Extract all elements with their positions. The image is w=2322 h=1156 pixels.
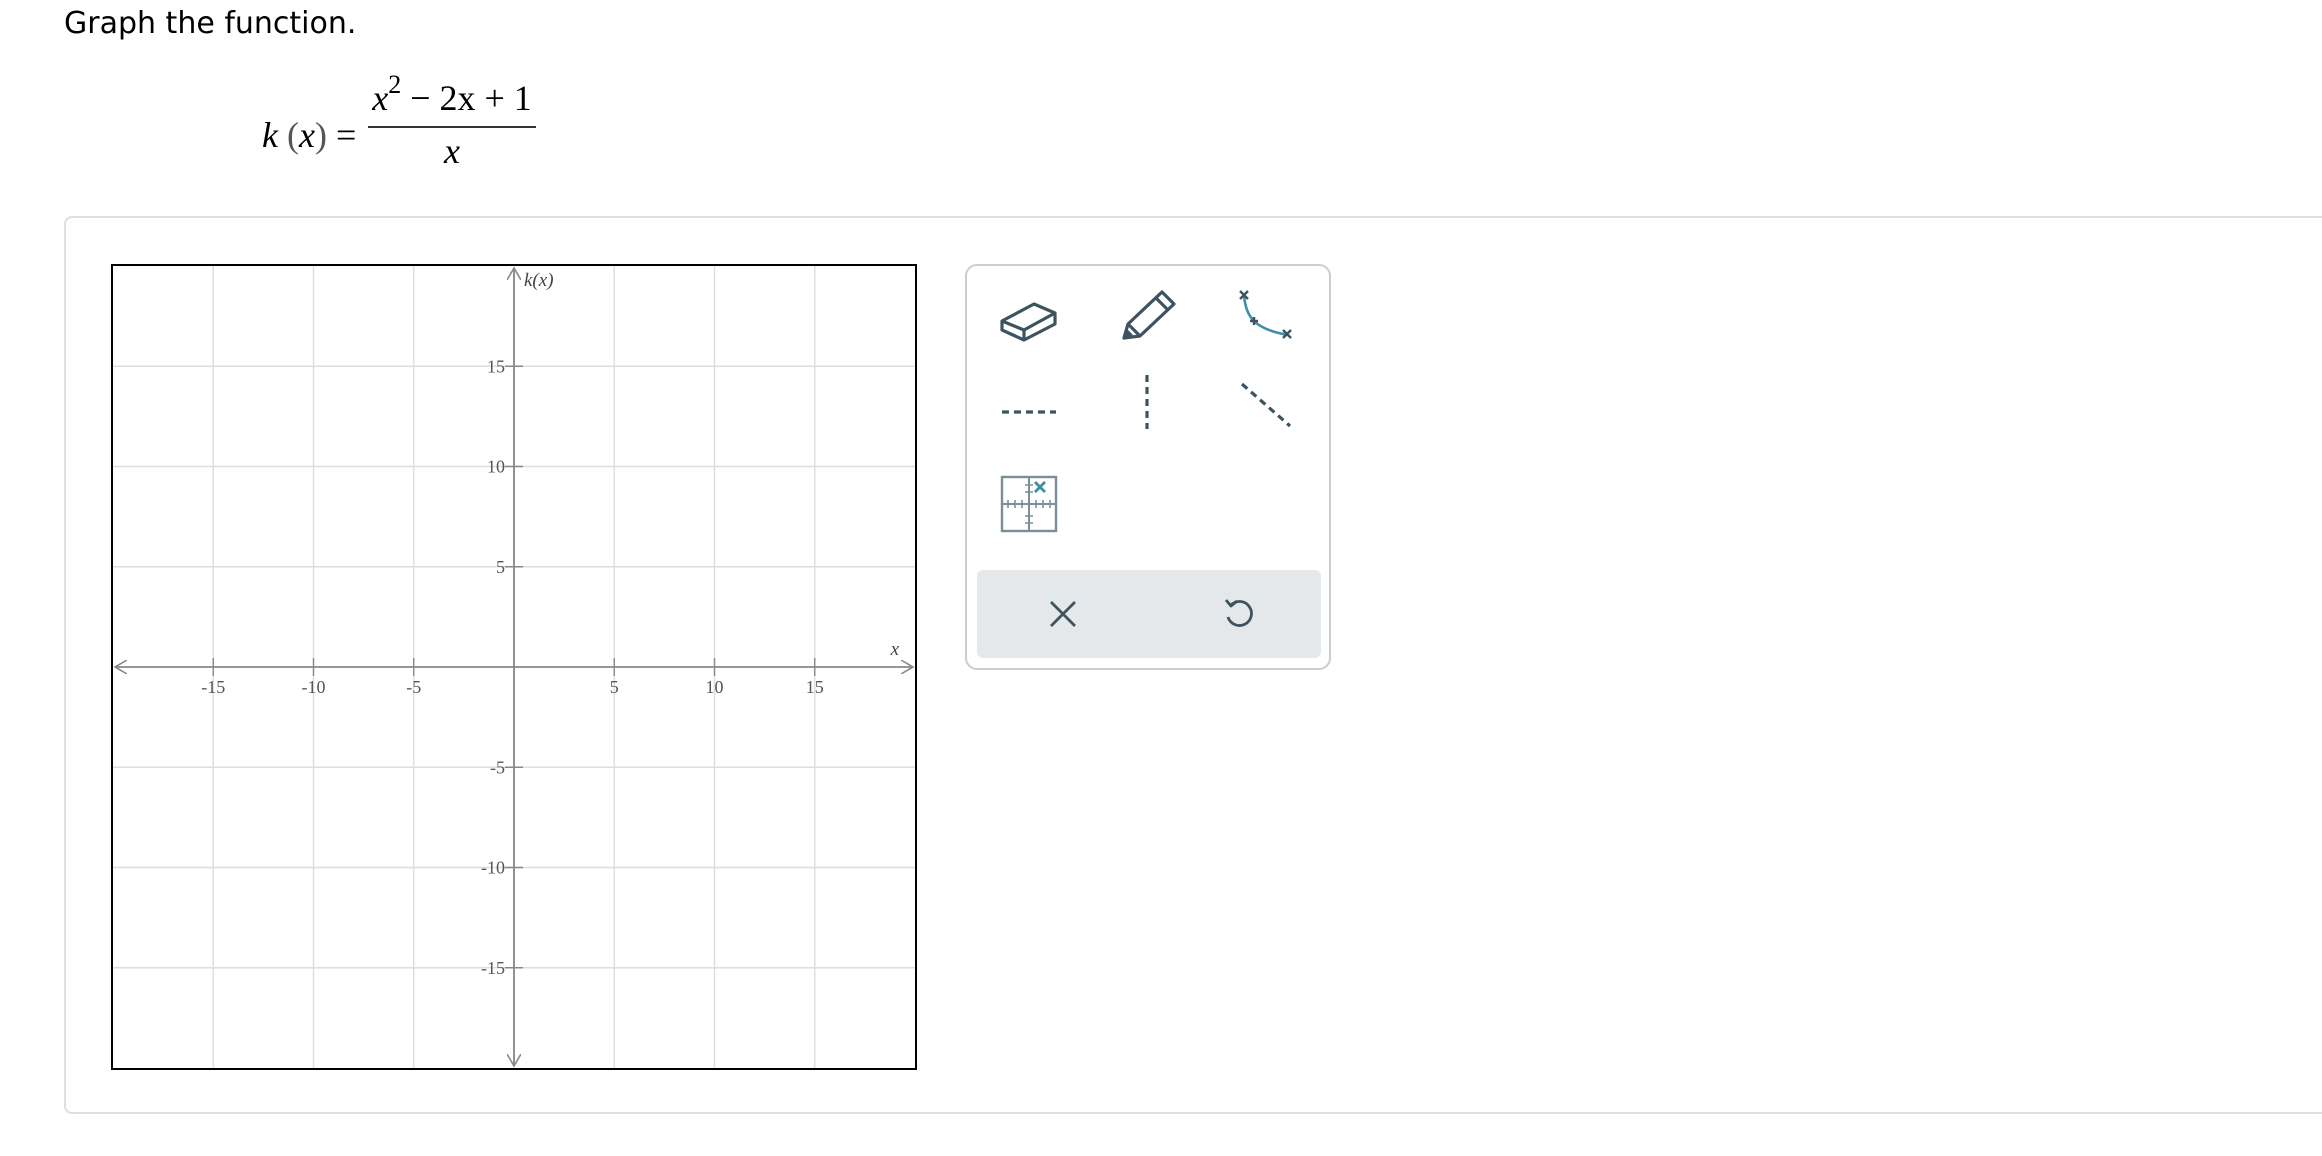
eraser-icon: [1000, 302, 1057, 342]
x-axis-label: x: [890, 639, 900, 660]
x-tick-label: 5: [610, 677, 619, 697]
undo-icon: [1224, 599, 1253, 627]
horizontal-asymptote-tool-button[interactable]: [979, 372, 1079, 452]
zoom-grid-icon: [1000, 475, 1058, 533]
formula-lhs: k (x) =: [262, 115, 357, 155]
pencil-icon: [1122, 290, 1176, 340]
graph-action-bar: [977, 570, 1321, 658]
graph-toolbox: [965, 264, 1331, 670]
y-tick-label: 10: [487, 457, 505, 477]
vertical-asymptote-tool-button[interactable]: [1097, 362, 1197, 442]
y-axis-label: k(x): [524, 270, 554, 291]
y-tick-label: -5: [490, 757, 505, 777]
pencil-tool-button[interactable]: [1097, 276, 1197, 356]
y-tick-label: -15: [481, 958, 505, 978]
slant-asymptote-tool-button[interactable]: [1215, 366, 1315, 446]
clear-button[interactable]: [1023, 584, 1103, 644]
x-tick-label: -5: [406, 677, 421, 697]
y-tick-label: -10: [481, 858, 505, 878]
axes: [115, 268, 913, 1066]
x-tick-label: -10: [302, 677, 326, 697]
horizontal-asymptote-icon: [1002, 410, 1056, 414]
vertical-asymptote-icon: [1145, 375, 1149, 429]
fraction-bar: [368, 126, 536, 128]
curve-points-icon: [1239, 290, 1292, 339]
zoom-grid-tool-button[interactable]: [979, 464, 1079, 544]
formula-denominator: x: [444, 131, 460, 171]
eraser-tool-button[interactable]: [979, 276, 1079, 356]
graph-canvas[interactable]: -15 -10 -5 5 10 15 15 10 5 -5 -10 -15 x k(x): [111, 264, 917, 1070]
undo-button[interactable]: [1199, 584, 1279, 644]
x-tick-label: 10: [706, 677, 724, 697]
curve-tool-button[interactable]: [1215, 276, 1315, 356]
function-variable: x: [298, 115, 315, 155]
function-name: k: [262, 115, 278, 155]
x-tick-label: -15: [201, 677, 225, 697]
y-tick-label: 5: [496, 557, 505, 577]
slant-asymptote-icon: [1240, 382, 1292, 428]
x-tick-label: 15: [806, 677, 824, 697]
prompt-text: Graph the function.: [64, 6, 357, 41]
y-tick-label: 15: [487, 356, 505, 376]
formula-numerator: x2 − 2x + 1: [372, 70, 532, 118]
close-icon: [1050, 601, 1076, 627]
